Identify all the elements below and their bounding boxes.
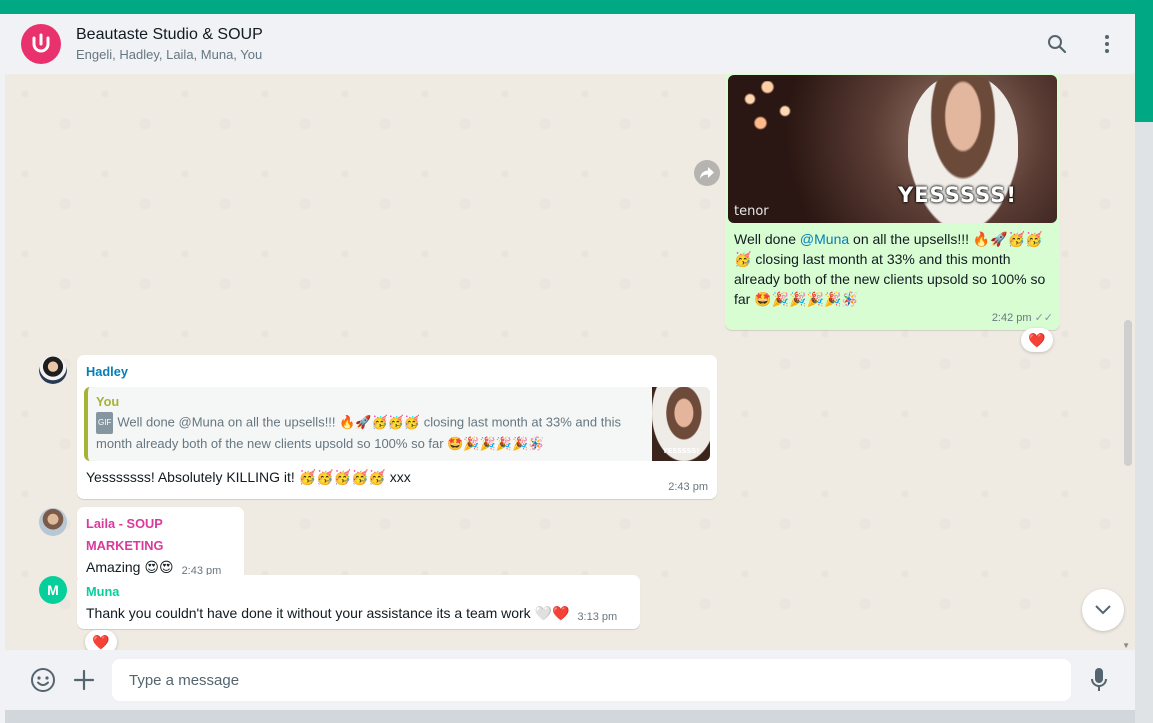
message-text: Thank you couldn't have done it without … — [86, 605, 570, 621]
reaction-heart-icon: ❤️ — [92, 633, 110, 650]
sender-name[interactable]: Laila - SOUP MARKETING — [86, 513, 235, 557]
plus-icon[interactable] — [70, 666, 98, 694]
group-title: Beautaste Studio & SOUP — [76, 25, 263, 43]
avatar[interactable] — [39, 356, 67, 384]
mention-link[interactable]: @Muna — [800, 231, 849, 247]
avatar[interactable] — [39, 508, 67, 536]
chat-header[interactable]: Beautaste Studio & SOUP Engeli, Hadley, … — [5, 14, 1135, 74]
quoted-message[interactable]: You GIF Well done @Muna on all the upsell… — [84, 387, 710, 461]
text-part: Well done — [734, 231, 800, 247]
window-edge — [1135, 122, 1153, 723]
quote-thumbnail: YESSSSS! — [652, 387, 710, 461]
message-time: 2:42 pm — [991, 312, 1032, 324]
avatar[interactable]: M — [39, 576, 67, 604]
quote-thumb-caption: YESSSSS! — [662, 447, 700, 455]
kebab-menu-icon[interactable] — [1095, 32, 1119, 56]
message-time: 3:13 pm — [577, 611, 618, 623]
quote-text-body: Well done @Muna on all the upsells!!! 🔥🚀… — [96, 414, 621, 451]
message-text: Well done @Muna on all the upsells!!! 🔥🚀… — [728, 223, 1057, 311]
incoming-message-laila[interactable]: Laila - SOUP MARKETING Amazing 😍😍 2:43 p… — [77, 507, 244, 583]
compose-bar: Type a message — [5, 650, 1135, 710]
quote-body: You GIF Well done @Muna on all the upsell… — [88, 387, 652, 461]
reaction-badge[interactable]: ❤️ — [1021, 328, 1053, 352]
group-members: Engeli, Hadley, Laila, Muna, You — [76, 46, 263, 62]
incoming-message-muna[interactable]: Muna Thank you couldn't have done it wit… — [77, 575, 640, 629]
search-icon[interactable] — [1045, 32, 1069, 56]
reaction-heart-icon: ❤️ — [1028, 331, 1046, 348]
group-logo-icon[interactable] — [21, 24, 61, 64]
message-row: Amazing 😍😍 2:43 pm — [86, 557, 235, 577]
outgoing-message[interactable]: YESSSSS! tenor Well done @Muna on all th… — [725, 74, 1060, 330]
scrollbar-arrow-icon[interactable]: ▼ — [1122, 641, 1130, 650]
message-input[interactable]: Type a message — [112, 659, 1071, 701]
emoji-icon[interactable] — [29, 666, 57, 694]
message-row: Thank you couldn't have done it without … — [86, 603, 631, 623]
gif-brand: tenor — [734, 204, 769, 219]
sender-name[interactable]: Muna — [86, 581, 631, 603]
chat-window: Beautaste Studio & SOUP Engeli, Hadley, … — [5, 14, 1135, 710]
conversation-panel[interactable]: YESSSSS! tenor Well done @Muna on all th… — [5, 74, 1135, 650]
microphone-icon[interactable] — [1085, 666, 1113, 694]
input-placeholder: Type a message — [129, 671, 240, 689]
chevron-down-icon — [1095, 605, 1111, 615]
incoming-message-hadley[interactable]: Hadley You GIF Well done @Muna on all the… — [77, 355, 717, 499]
scroll-down-button[interactable] — [1082, 589, 1124, 631]
message-meta: 2:42 pm ✓✓ — [728, 311, 1057, 327]
gif-media[interactable]: YESSSSS! tenor — [728, 75, 1057, 223]
sender-name[interactable]: Hadley — [86, 361, 708, 383]
gif-badge-icon: GIF — [96, 412, 114, 434]
forward-icon[interactable] — [694, 160, 720, 186]
read-ticks-icon: ✓✓ — [1034, 312, 1053, 324]
header-info[interactable]: Beautaste Studio & SOUP Engeli, Hadley, … — [76, 24, 263, 65]
avatar-letter: M — [47, 582, 59, 598]
quote-text: GIF Well done @Muna on all the upsells!!!… — [96, 412, 642, 454]
reaction-badge[interactable]: ❤️ — [85, 630, 117, 650]
gif-bokeh-lights — [736, 81, 806, 141]
header-actions — [1045, 32, 1119, 56]
message-text: Amazing 😍😍 — [86, 559, 174, 575]
gif-caption: YESSSSS! — [898, 183, 1017, 207]
scrollbar-thumb[interactable] — [1124, 320, 1132, 466]
quote-author: You — [96, 394, 120, 409]
